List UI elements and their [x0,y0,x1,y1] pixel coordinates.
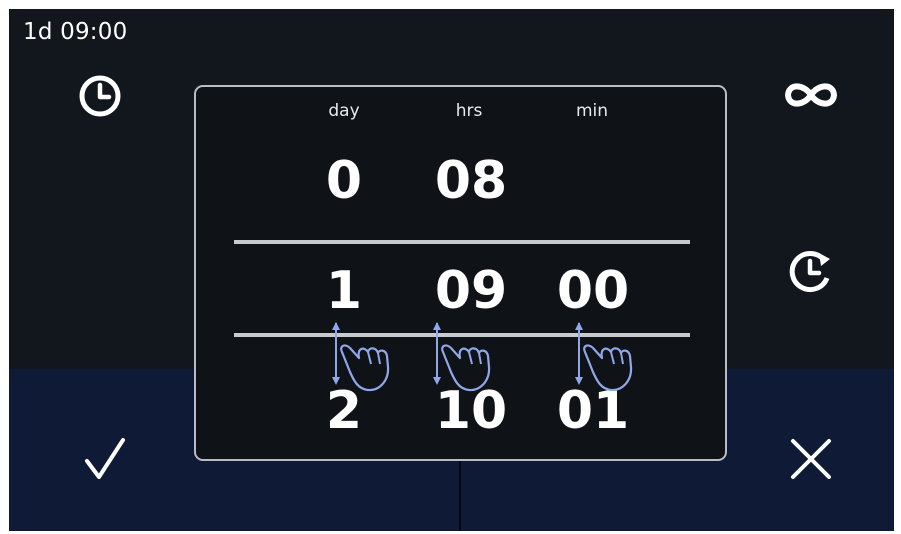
day-current-value[interactable]: 1 [289,265,399,317]
swipe-hand-icon [575,322,633,392]
infinite-time-button[interactable] [779,75,843,115]
swipe-hand-icon [332,322,390,392]
day-prev-value[interactable]: 0 [289,155,399,207]
repeat-cycle-button[interactable] [784,245,838,299]
duration-readout: 1d 09:00 [23,19,128,45]
bottom-divider [459,449,461,531]
confirm-button[interactable] [73,427,137,491]
swipe-hand-icon [433,322,491,392]
clock-icon [79,75,121,117]
close-icon [791,439,831,479]
screen: 1d 09:00 day hrs min 0 08 1 09 00 2 10 0… [9,9,894,531]
min-current-value[interactable]: 00 [538,265,648,317]
column-label-hrs: hrs [455,101,483,121]
column-label-min: min [575,101,609,121]
clock-rotate-icon [789,251,830,293]
hrs-prev-value[interactable]: 08 [416,155,526,207]
hrs-current-value[interactable]: 09 [416,265,526,317]
infinity-icon [784,83,838,107]
cancel-button[interactable] [779,427,843,491]
time-picker-dialog: day hrs min 0 08 1 09 00 2 10 01 [194,85,727,461]
selection-line-top [234,240,690,244]
timer-button[interactable] [75,71,125,121]
check-icon [85,438,125,479]
column-label-day: day [328,101,360,121]
